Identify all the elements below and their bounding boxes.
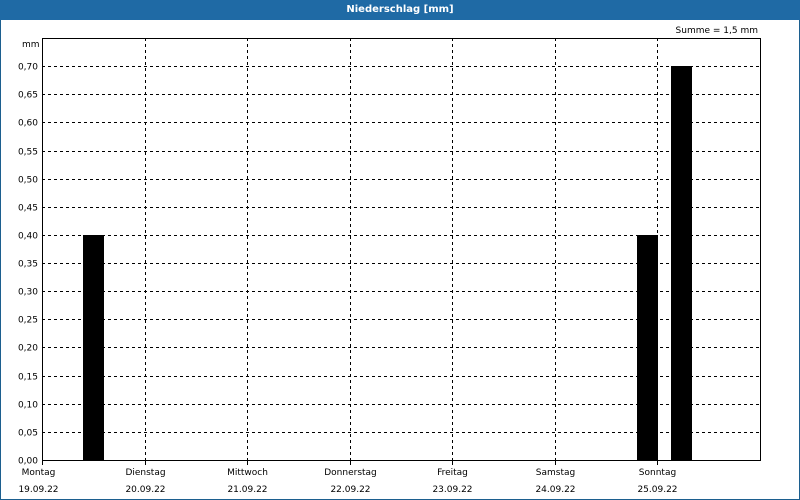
y-tick-label: 0,20 bbox=[18, 344, 38, 354]
x-tick-date-label: 25.09.22 bbox=[637, 485, 677, 495]
y-tick-label: 0,25 bbox=[18, 316, 38, 326]
precipitation-bar bbox=[637, 235, 658, 460]
x-tick-date-label: 24.09.22 bbox=[535, 485, 575, 495]
x-tick-day-label: Samstag bbox=[536, 468, 575, 478]
y-tick-label: 0,10 bbox=[18, 401, 38, 411]
x-tick-day-label: Freitag bbox=[437, 468, 468, 478]
y-tick-label: 0,40 bbox=[18, 232, 38, 242]
precipitation-bar bbox=[83, 235, 104, 460]
y-tick-label: 0,65 bbox=[18, 91, 38, 101]
x-tick-day-label: Mittwoch bbox=[227, 468, 268, 478]
y-tick-label: 0,05 bbox=[18, 429, 38, 439]
y-tick-label: 0,55 bbox=[18, 148, 38, 158]
x-tick-date-label: 22.09.22 bbox=[330, 485, 370, 495]
y-tick-label: 0,35 bbox=[18, 260, 38, 270]
y-tick-label: 0,50 bbox=[18, 176, 38, 186]
x-tick-date-label: 20.09.22 bbox=[125, 485, 165, 495]
x-tick-day-label: Dienstag bbox=[125, 468, 165, 478]
x-tick-day-label: Sonntag bbox=[639, 468, 676, 478]
y-tick-label: 0,70 bbox=[18, 63, 38, 73]
precipitation-bar bbox=[671, 66, 692, 460]
x-tick-date-label: 23.09.22 bbox=[432, 485, 472, 495]
y-tick-label: 0,30 bbox=[18, 288, 38, 298]
x-tick-day-label: Montag bbox=[22, 468, 56, 478]
x-tick-date-label: 21.09.22 bbox=[227, 485, 267, 495]
y-tick-label: 0,00 bbox=[18, 457, 38, 467]
x-tick-date-label: 19.09.22 bbox=[18, 485, 58, 495]
precipitation-chart: 0,00 0,05 0,10 0,15 0,20 0,25 0,30 0,35 0,40 0,45… bbox=[18, 38, 761, 495]
y-tick-label: 0,60 bbox=[18, 119, 38, 129]
y-tick-label: 0,15 bbox=[18, 373, 38, 383]
y-tick-label: 0,45 bbox=[18, 204, 38, 214]
x-tick-day-label: Donnerstag bbox=[324, 468, 377, 478]
